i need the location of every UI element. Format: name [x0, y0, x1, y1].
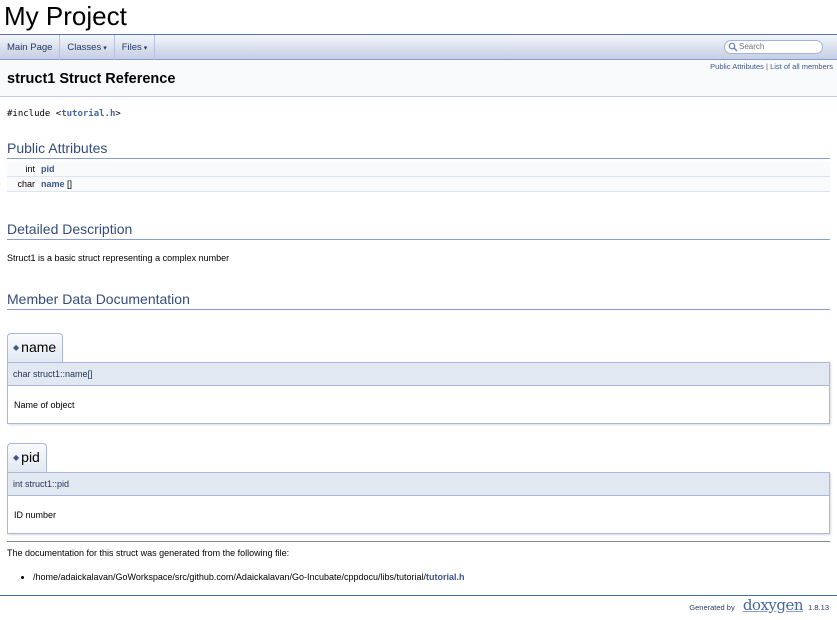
public-attributes-heading: Public Attributes	[7, 140, 830, 159]
doxygen-logo[interactable]: doxygen	[743, 596, 804, 614]
nav-main-page-label: Main Page	[7, 42, 53, 53]
generated-by-label: Generated by	[689, 603, 735, 612]
member-link-pid[interactable]: pid	[41, 164, 55, 174]
include-file-link[interactable]: tutorial.h	[61, 109, 115, 119]
page-title: struct1 Struct Reference	[7, 71, 176, 87]
member-declarations-table: int pid char name []	[7, 162, 830, 192]
member-item: name []	[41, 176, 830, 192]
title-area: My Project	[0, 0, 837, 35]
divider	[7, 541, 830, 542]
member-title-text: pid	[21, 449, 40, 465]
include-line: #include <tutorial.h>	[7, 109, 830, 119]
project-name: My Project	[4, 1, 127, 31]
member-block-pid: ◆ pid int struct1::pid ID number	[7, 424, 830, 534]
search-box[interactable]	[724, 40, 823, 54]
file-link[interactable]: tutorial.h	[426, 572, 465, 582]
generated-note: The documentation for this struct was ge…	[7, 548, 290, 558]
header-summary: Public Attributes | List of all members	[710, 62, 833, 71]
member-prototype: char struct1::name[]	[7, 362, 830, 386]
list-item: /home/adaickalavan/GoWorkspace/src/githu…	[33, 572, 830, 582]
footer: Generated by doxygen 1.8.13	[0, 595, 837, 620]
file-list: /home/adaickalavan/GoWorkspace/src/githu…	[7, 572, 830, 582]
chevron-down-icon: ▾	[143, 45, 148, 52]
public-attributes-link[interactable]: Public Attributes	[710, 62, 764, 71]
include-suffix: >	[115, 109, 121, 119]
page-header: Public Attributes | List of all members …	[0, 60, 837, 97]
member-doc: Name of object	[7, 386, 830, 424]
nav-main-page[interactable]: Main Page	[0, 35, 61, 60]
nav-files-label: Files	[121, 42, 142, 53]
member-item: pid	[41, 162, 830, 177]
member-title: ◆ pid	[7, 443, 47, 472]
list-all-members-link[interactable]: List of all members	[770, 62, 833, 71]
content: #include <tutorial.h> Public Attributes …	[0, 109, 837, 582]
member-type: char	[7, 176, 41, 192]
detailed-description-heading: Detailed Description	[7, 221, 830, 240]
nav-files[interactable]: Files ▾	[115, 35, 156, 60]
member-doc: ID number	[7, 496, 830, 534]
member-prototype: int struct1::pid	[7, 472, 830, 496]
summary-separator: |	[766, 62, 768, 71]
file-path: /home/adaickalavan/GoWorkspace/src/githu…	[33, 572, 427, 582]
member-data-documentation-heading: Member Data Documentation	[7, 291, 830, 310]
include-prefix: #include <	[7, 109, 62, 119]
table-row: int pid	[7, 162, 830, 177]
detailed-description-text: Struct1 is a basic struct representing a…	[7, 253, 230, 263]
diamond-icon: ◆	[13, 453, 20, 462]
table-row: char name []	[7, 176, 830, 192]
nav-classes-label: Classes	[67, 42, 102, 53]
member-type: int	[7, 162, 41, 177]
nav-classes[interactable]: Classes ▾	[60, 35, 115, 60]
chevron-down-icon: ▾	[103, 45, 107, 52]
member-title-text: name	[21, 339, 57, 355]
member-block-name: ◆ name char struct1::name[] Name of objec…	[7, 310, 830, 424]
doxygen-version: 1.8.13	[808, 603, 829, 612]
search-input[interactable]	[739, 42, 819, 51]
diamond-icon: ◆	[13, 343, 20, 352]
member-title: ◆ name	[7, 333, 64, 362]
member-link-name[interactable]: name	[41, 179, 65, 189]
search-icon[interactable]	[728, 42, 738, 52]
member-suffix: []	[64, 179, 73, 189]
main-navbar: Main Page Classes ▾ Files ▾	[0, 35, 837, 60]
